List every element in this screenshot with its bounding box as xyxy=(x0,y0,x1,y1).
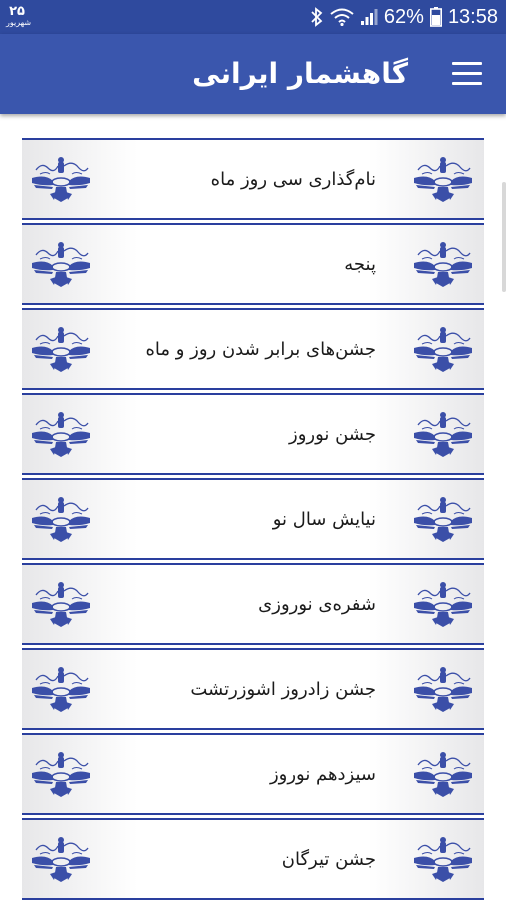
faravahar-icon xyxy=(410,152,476,206)
app-bar: گاهشمار ایرانی xyxy=(0,34,506,114)
list-item[interactable]: سیزدهم نوروز xyxy=(22,733,484,815)
list-item[interactable]: جشن نوروز xyxy=(22,393,484,475)
list-item-label: جشن زادروز اشوزرتشت xyxy=(190,678,376,700)
battery-percentage: 62% xyxy=(383,5,424,28)
faravahar-icon xyxy=(28,322,94,376)
faravahar-icon xyxy=(28,492,94,546)
list-item[interactable]: شفره‌ی نوروزی xyxy=(22,563,484,645)
status-indicators: 62% 13:58 xyxy=(310,0,498,34)
list-item[interactable]: جشن تیرگان xyxy=(22,818,484,900)
list-item[interactable]: جشن زادروز اشوزرتشت xyxy=(22,648,484,730)
faravahar-icon xyxy=(28,662,94,716)
list-item-label: نام‌گذاری سی روز ماه xyxy=(210,168,376,190)
scrollbar[interactable] xyxy=(502,182,506,292)
list-item[interactable]: نیایش سال نو xyxy=(22,478,484,560)
list-item[interactable]: جشن‌های برابر شدن روز و ماه xyxy=(22,308,484,390)
topics-list: نام‌گذاری سی روز ماه پنجه جشن‌های برابر … xyxy=(22,138,484,903)
bluetooth-icon xyxy=(310,7,324,27)
list-item-label: جشن نوروز xyxy=(289,423,376,445)
faravahar-icon xyxy=(410,577,476,631)
list-item-label: نیایش سال نو xyxy=(272,508,376,530)
faravahar-icon xyxy=(28,747,94,801)
list-item-label: جشن‌های برابر شدن روز و ماه xyxy=(145,338,376,360)
list-item-label: سیزدهم نوروز xyxy=(269,763,376,785)
date-number: ۲۵ xyxy=(9,4,25,19)
faravahar-icon xyxy=(28,152,94,206)
list-item[interactable]: پنجه xyxy=(22,223,484,305)
list-item-label: جشن تیرگان xyxy=(281,848,376,870)
calendar-date-widget: ۲۵ شهریور xyxy=(6,4,32,27)
wifi-icon xyxy=(330,8,354,26)
faravahar-icon xyxy=(410,322,476,376)
signal-icon xyxy=(360,8,378,26)
clock: 13:58 xyxy=(447,5,498,28)
faravahar-icon xyxy=(28,407,94,461)
faravahar-icon xyxy=(410,237,476,291)
date-month: شهریور xyxy=(6,18,32,27)
battery-icon xyxy=(429,7,442,27)
faravahar-icon xyxy=(410,662,476,716)
faravahar-icon xyxy=(28,832,94,886)
faravahar-icon xyxy=(410,492,476,546)
faravahar-icon xyxy=(28,237,94,291)
hamburger-menu-icon[interactable] xyxy=(452,62,482,86)
faravahar-icon xyxy=(410,747,476,801)
faravahar-icon xyxy=(410,832,476,886)
status-bar: ۲۵ شهریور 62% 13:58 xyxy=(0,0,506,34)
faravahar-icon xyxy=(410,407,476,461)
list-item-label: شفره‌ی نوروزی xyxy=(258,593,376,615)
list-item-label: پنجه xyxy=(344,253,376,275)
page-title: گاهشمار ایرانی xyxy=(192,57,408,90)
faravahar-icon xyxy=(28,577,94,631)
list-item[interactable]: نام‌گذاری سی روز ماه xyxy=(22,138,484,220)
